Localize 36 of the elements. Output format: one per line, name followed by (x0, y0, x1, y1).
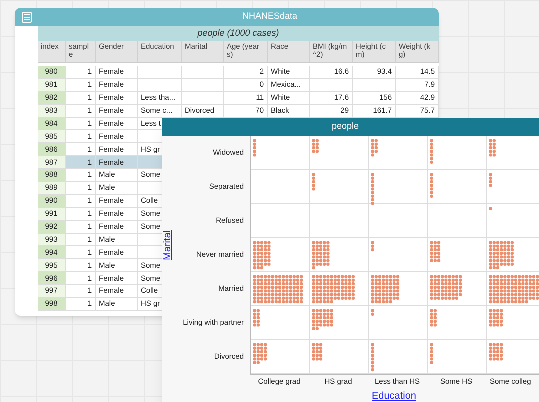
dot-cluster (430, 139, 434, 164)
collection-header: people (1000 cases) (38, 26, 439, 41)
dot-cluster (312, 241, 330, 270)
dot-cluster (371, 343, 375, 372)
dot-cluster (371, 173, 375, 206)
dot-cluster (489, 139, 496, 157)
axis-title[interactable]: Marital (160, 226, 176, 266)
window-title: NHANESdata (241, 10, 299, 24)
dot-cluster (371, 139, 378, 157)
table-icon (22, 12, 32, 22)
axis-title[interactable]: Education (372, 389, 416, 402)
dot-cluster (253, 309, 260, 327)
dot-cluster (489, 309, 504, 327)
dot-cluster (489, 241, 514, 270)
dot-cluster (312, 173, 316, 191)
dot-cluster (489, 343, 504, 361)
dot-cluster (430, 173, 434, 198)
dot-cluster (489, 173, 493, 188)
dot-cluster (312, 309, 334, 331)
dot-cluster (430, 275, 462, 300)
dot-cluster (253, 343, 268, 365)
dot-cluster (253, 139, 257, 157)
dot-cluster (430, 343, 434, 365)
dot-cluster (371, 309, 375, 316)
dot-cluster (253, 241, 271, 270)
dot-cluster (371, 275, 400, 304)
dot-cluster (489, 207, 493, 211)
dot-cluster (312, 139, 320, 154)
dot-cluster (312, 275, 356, 304)
dot-cluster (312, 343, 323, 361)
dot-cluster (371, 241, 375, 252)
dot-cluster (430, 309, 438, 327)
dot-cluster (430, 241, 441, 263)
dot-cluster (489, 275, 539, 304)
window-title: people (332, 120, 360, 134)
dot-cluster (253, 275, 304, 304)
